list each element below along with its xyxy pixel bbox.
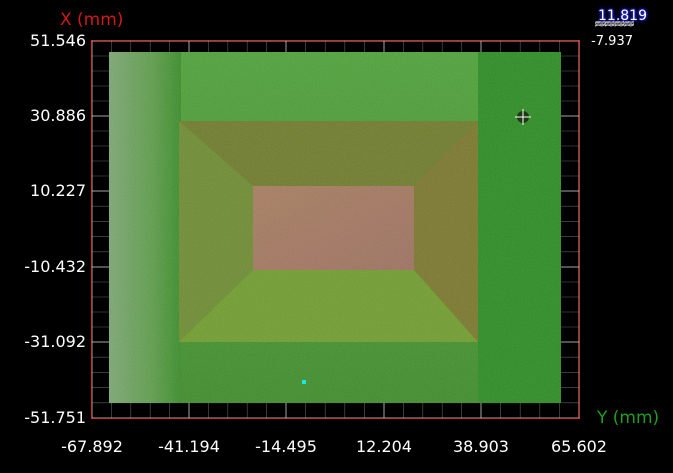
- surface-scan: [109, 52, 561, 403]
- y-tick-label: -67.892: [61, 437, 123, 456]
- height-map-viewer[interactable]: X (mm) Y (mm) ≈≈≈≈ 11.819 -7.937 51.546 3…: [0, 0, 673, 473]
- y-tick-label: 65.602: [551, 437, 607, 456]
- x-tick-label: -51.751: [24, 408, 86, 427]
- x-tick-label: 10.227: [30, 181, 86, 200]
- x-tick-label: -10.432: [24, 257, 86, 276]
- cursor-marker[interactable]: [302, 380, 306, 384]
- plot-canvas[interactable]: [0, 0, 673, 473]
- y-tick-label: -14.495: [255, 437, 317, 456]
- y-tick-label: 12.204: [356, 437, 412, 456]
- height-legend: ≈≈≈≈ 11.819 -7.937: [557, 8, 647, 49]
- y-tick-label: -41.194: [158, 437, 220, 456]
- legend-max-label: 11.819: [598, 8, 647, 24]
- legend-min-label: -7.937: [591, 34, 633, 49]
- y-tick-label: 38.903: [453, 437, 509, 456]
- x-axis-title: X (mm): [60, 10, 124, 30]
- x-tick-label: 51.546: [30, 31, 86, 50]
- scan-texture: [109, 52, 561, 403]
- x-tick-label: -31.092: [24, 332, 86, 351]
- y-axis-title: Y (mm): [597, 408, 660, 428]
- x-tick-label: 30.886: [30, 106, 86, 125]
